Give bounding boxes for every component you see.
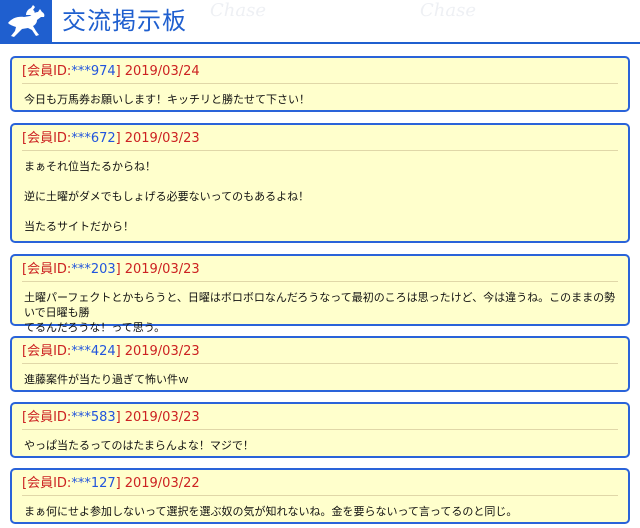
member-id-label: 会員ID: xyxy=(27,410,72,425)
header-watermark: Chase xyxy=(420,0,476,21)
logo-box xyxy=(0,0,52,42)
post-body: 進藤案件が当たり過ぎて怖い件ｗ xyxy=(24,372,616,387)
member-id-label: 会員ID: xyxy=(27,262,72,277)
post-text: 逆に土曜がダメでもしょげる必要ないってのもあるよね！ xyxy=(24,190,310,203)
post-text: 当たるサイトだから！ xyxy=(24,220,134,233)
member-id: ***203 xyxy=(71,262,116,277)
post-divider xyxy=(22,363,618,364)
post-meta: [会員ID:***974] 2019/03/24 xyxy=(22,64,200,79)
post-text: 土曜パーフェクトとかもらうと、日曜はボロボロなんだろうなって最初のころは思ったけ… xyxy=(24,291,616,319)
post-divider xyxy=(22,83,618,84)
post-date: 2019/03/24 xyxy=(124,64,200,79)
post-item: [会員ID:***127] 2019/03/22 まぁ何にせよ参加しないって選択を… xyxy=(10,468,630,524)
post-text: まぁそれ位当たるからね！ xyxy=(24,160,156,173)
member-id: ***424 xyxy=(71,344,116,359)
member-id-label: 会員ID: xyxy=(27,131,72,146)
post-date: 2019/03/22 xyxy=(124,476,200,491)
bulletin-board-page: 交流掲示板 Chase Chase [会員ID:***974] 2019/03/2… xyxy=(0,0,640,528)
post-text: 今日も万馬券お願いします！キッチリと勝たせて下さい！ xyxy=(24,93,310,106)
member-id: ***974 xyxy=(71,64,116,79)
post-text: やっぱ当たるってのはたまらんよな！マジで！ xyxy=(24,439,254,452)
member-id-label: 会員ID: xyxy=(27,344,72,359)
member-id: ***127 xyxy=(71,476,116,491)
post-body: 今日も万馬券お願いします！キッチリと勝たせて下さい！ xyxy=(24,92,616,107)
member-id-label: 会員ID: xyxy=(27,476,72,491)
post-item: [会員ID:***583] 2019/03/23 やっぱ当たるってのはたまらんよな… xyxy=(10,402,630,458)
post-item: [会員ID:***672] 2019/03/23 まぁそれ位当たるからね！ 逆に土… xyxy=(10,123,630,243)
member-id: ***583 xyxy=(71,410,116,425)
page-title: 交流掲示板 xyxy=(62,7,187,35)
post-meta: [会員ID:***203] 2019/03/23 xyxy=(22,262,200,277)
post-body: 土曜パーフェクトとかもらうと、日曜はボロボロなんだろうなって最初のころは思ったけ… xyxy=(24,290,616,335)
post-meta: [会員ID:***127] 2019/03/22 xyxy=(22,476,200,491)
member-id: ***672 xyxy=(71,131,116,146)
post-divider xyxy=(22,429,618,430)
post-date: 2019/03/23 xyxy=(124,262,200,277)
post-date: 2019/03/23 xyxy=(124,410,200,425)
post-text: 進藤案件が当たり過ぎて怖い件ｗ xyxy=(24,373,189,386)
post-date: 2019/03/23 xyxy=(124,131,200,146)
post-item: [会員ID:***203] 2019/03/23 土曜パーフェクトとかもらうと、日… xyxy=(10,254,630,334)
header-watermark: Chase xyxy=(210,0,266,21)
post-body: まぁそれ位当たるからね！ 逆に土曜がダメでもしょげる必要ないってのもあるよね！ … xyxy=(24,159,616,234)
member-id-label: 会員ID: xyxy=(27,64,72,79)
board-header: 交流掲示板 Chase Chase xyxy=(0,0,640,44)
post-item: [会員ID:***974] 2019/03/24 今日も万馬券お願いします！キッチ… xyxy=(10,56,630,112)
post-meta: [会員ID:***424] 2019/03/23 xyxy=(22,344,200,359)
post-text: まぁ何にせよ参加しないって選択を選ぶ奴の気が知れないね。金を要らないって言ってる… xyxy=(24,505,518,518)
post-divider xyxy=(22,495,618,496)
post-body: まぁ何にせよ参加しないって選択を選ぶ奴の気が知れないね。金を要らないって言ってる… xyxy=(24,504,616,519)
post-divider xyxy=(22,150,618,151)
post-date: 2019/03/23 xyxy=(124,344,200,359)
post-divider xyxy=(22,281,618,282)
post-meta: [会員ID:***583] 2019/03/23 xyxy=(22,410,200,425)
post-body: やっぱ当たるってのはたまらんよな！マジで！ xyxy=(24,438,616,453)
post-text: てるんだろうな！って思う。 xyxy=(24,321,166,334)
post-meta: [会員ID:***672] 2019/03/23 xyxy=(22,131,200,146)
post-item: [会員ID:***424] 2019/03/23 進藤案件が当たり過ぎて怖い件ｗ xyxy=(10,336,630,392)
horse-jockey-icon xyxy=(8,5,45,37)
